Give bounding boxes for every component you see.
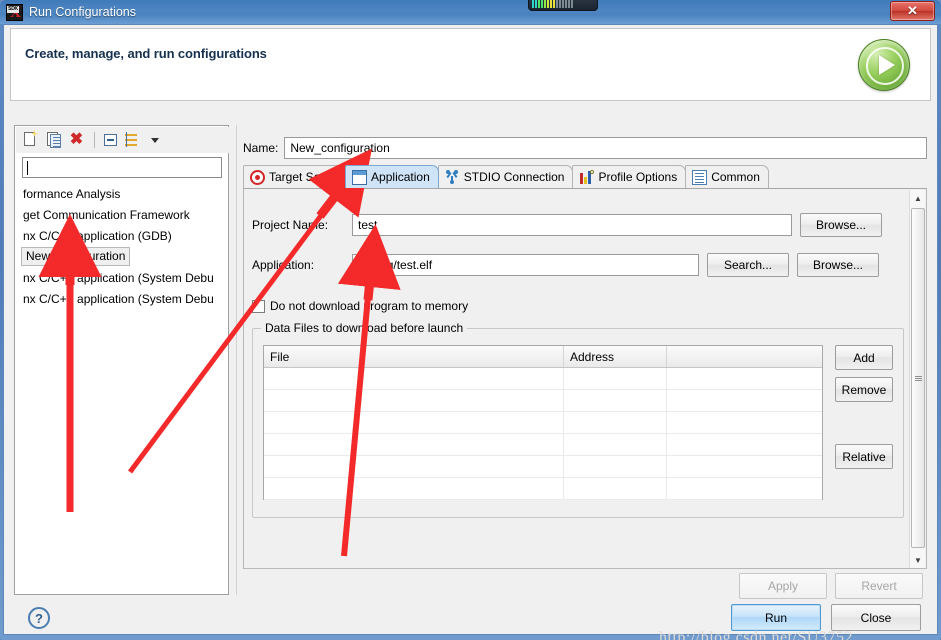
- duplicate-configuration-icon[interactable]: [43, 130, 63, 150]
- name-input[interactable]: New_configuration: [284, 137, 927, 159]
- tab-label: Profile Options: [598, 170, 678, 184]
- table-row[interactable]: [264, 368, 822, 390]
- bar-chart-icon: [579, 169, 595, 185]
- application-icon: [352, 169, 368, 185]
- name-label: Name:: [243, 141, 279, 155]
- tab-label: Common: [711, 170, 760, 184]
- list-item[interactable]: nx C/C++ application (System Debu: [19, 289, 227, 310]
- table-row[interactable]: [264, 390, 822, 412]
- column-header-address[interactable]: Address: [564, 346, 667, 367]
- sdk-icon: X SDK: [6, 3, 23, 21]
- page-title: Create, manage, and run configurations: [25, 46, 267, 61]
- apply-button[interactable]: Apply: [739, 573, 827, 599]
- close-window-button[interactable]: ✕: [890, 1, 935, 21]
- tab-stdio-connection[interactable]: STDIO Connection: [437, 165, 574, 188]
- window-title: Run Configurations: [29, 5, 137, 19]
- filter-configurations-icon[interactable]: [123, 130, 143, 150]
- application-browse-button[interactable]: Browse...: [797, 253, 879, 277]
- application-search-button[interactable]: Search...: [707, 253, 789, 277]
- do-not-download-checkbox[interactable]: [252, 299, 265, 313]
- revert-button[interactable]: Revert: [835, 573, 923, 599]
- data-files-table[interactable]: File Address: [263, 345, 823, 500]
- data-files-buttons: Add Remove Relative: [835, 345, 893, 476]
- table-row[interactable]: [264, 412, 822, 434]
- application-input[interactable]: Debug/test.elf: [352, 254, 699, 276]
- project-browse-button[interactable]: Browse...: [800, 213, 882, 237]
- table-row[interactable]: [264, 478, 822, 500]
- list-lines-icon: [692, 169, 708, 185]
- scrollbar-thumb[interactable]: [911, 208, 925, 548]
- list-item[interactable]: get Communication Framework: [19, 205, 227, 226]
- scroll-up-icon[interactable]: ▲: [910, 190, 926, 206]
- project-name-label: Project Name:: [252, 218, 329, 232]
- new-launch-configuration-icon[interactable]: [20, 130, 40, 150]
- application-tab-content: Project Name: test Browse... Application…: [243, 189, 927, 569]
- apply-revert-row: Apply Revert: [739, 573, 923, 599]
- tab-bar: Target Setup Application STDIO Connectio…: [243, 165, 927, 189]
- title-bar: X SDK Run Configurations ✕: [0, 0, 941, 24]
- add-data-file-button[interactable]: Add: [835, 345, 893, 370]
- list-item[interactable]: formance Analysis: [19, 184, 227, 205]
- delete-configuration-icon[interactable]: ✖: [66, 130, 86, 150]
- list-item-selected[interactable]: New_configuration: [21, 247, 131, 266]
- tab-target-setup[interactable]: Target Setup: [243, 165, 347, 188]
- dialog-body: Create, manage, and run configurations ✖: [3, 24, 938, 640]
- column-header-blank[interactable]: [667, 346, 822, 367]
- name-row: Name: New_configuration: [243, 137, 927, 159]
- relative-data-file-button[interactable]: Relative: [835, 444, 893, 469]
- configuration-editor-panel: Name: New_configuration Target Setup App…: [236, 125, 932, 599]
- tab-application[interactable]: Application: [345, 165, 439, 188]
- configurations-panel: ✖ formance Analysis get Communication Fr: [14, 125, 229, 595]
- project-name-row: Project Name: test Browse...: [252, 213, 904, 237]
- filter-input[interactable]: [22, 157, 222, 178]
- tab-label: Application: [371, 170, 430, 184]
- application-row: Application: Debug/test.elf Search... Br…: [252, 253, 904, 277]
- application-form: Project Name: test Browse... Application…: [252, 195, 904, 561]
- tab-label: STDIO Connection: [463, 170, 565, 184]
- configurations-toolbar: ✖: [16, 127, 229, 153]
- project-name-input[interactable]: test: [352, 214, 792, 236]
- application-label: Application:: [252, 258, 315, 272]
- dialog-header: Create, manage, and run configurations: [10, 28, 931, 101]
- connection-icon: [445, 169, 460, 185]
- content-vertical-scrollbar[interactable]: ▲ ▼: [909, 190, 925, 568]
- do-not-download-label: Do not download program to memory: [270, 299, 469, 313]
- tab-label: Target Setup: [269, 170, 338, 184]
- watermark-text: http://blog.csdn.net/SU3752: [659, 629, 853, 640]
- toolbar-separator: [94, 132, 95, 148]
- target-icon: [250, 169, 265, 185]
- no-download-row[interactable]: Do not download program to memory: [252, 299, 904, 313]
- help-icon[interactable]: ?: [28, 607, 50, 629]
- configurations-list[interactable]: formance Analysis get Communication Fram…: [19, 184, 227, 640]
- run-button[interactable]: Run: [731, 604, 821, 631]
- remove-data-file-button[interactable]: Remove: [835, 377, 893, 402]
- table-row[interactable]: [264, 434, 822, 456]
- table-header-row: File Address: [264, 346, 822, 368]
- title-left-group: X SDK Run Configurations: [0, 3, 137, 21]
- run-configurations-window: X SDK Run Configurations ✕ Create, manage…: [0, 0, 941, 640]
- background-gadget-icon: [528, 0, 598, 11]
- collapse-all-icon[interactable]: [100, 130, 120, 150]
- footer-buttons: Run Close: [731, 604, 921, 631]
- text-caret: [27, 161, 28, 175]
- close-button[interactable]: Close: [831, 604, 921, 631]
- data-files-group: Data Files to download before launch Fil…: [252, 321, 904, 518]
- scroll-down-icon[interactable]: ▼: [910, 552, 926, 568]
- data-files-group-title: Data Files to download before launch: [261, 321, 468, 335]
- chevron-down-icon[interactable]: [146, 130, 166, 150]
- list-item[interactable]: nx C/C++ application (System Debu: [19, 268, 227, 289]
- table-row[interactable]: [264, 456, 822, 478]
- tab-common[interactable]: Common: [685, 165, 769, 188]
- tab-profile-options[interactable]: Profile Options: [572, 165, 687, 188]
- column-header-file[interactable]: File: [264, 346, 564, 367]
- list-item[interactable]: nx C/C++ application (GDB): [19, 226, 227, 247]
- run-play-icon: [858, 39, 910, 91]
